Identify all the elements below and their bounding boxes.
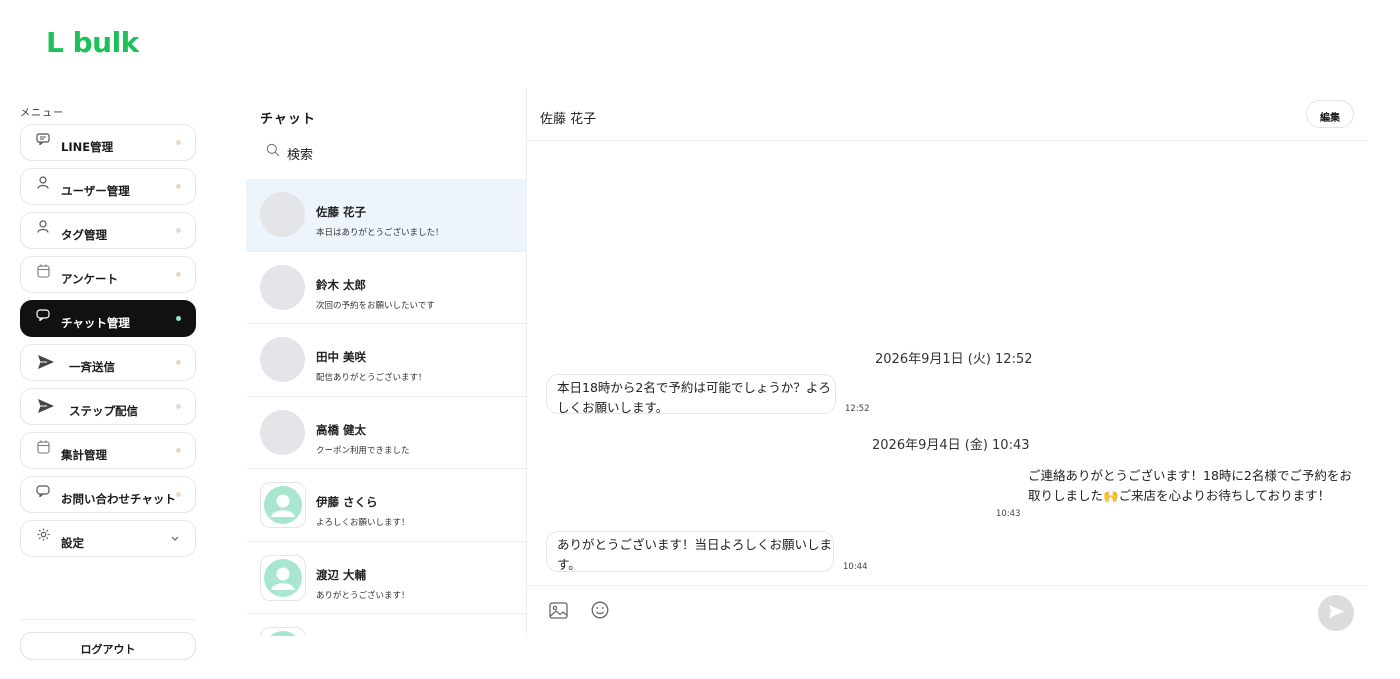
search-icon	[266, 142, 280, 157]
conversation-name: 田中 美咲	[316, 350, 367, 364]
sidebar-item-label: ユーザー管理	[61, 183, 130, 198]
sidebar-item-label: タグ管理	[61, 227, 107, 242]
menu-label: メニュー	[20, 108, 64, 119]
conversation-item[interactable]	[246, 614, 526, 636]
sidebar-item-label: 集計管理	[61, 447, 107, 462]
sidebar-item-users[interactable]: ユーザー管理	[20, 168, 196, 205]
conversation-name: 高橋 健太	[316, 422, 367, 437]
chat-list-title: チャット	[260, 112, 316, 127]
sidebar-item-step-delivery[interactable]: ステップ配信	[20, 388, 196, 425]
status-dot	[176, 140, 181, 145]
incoming-message: ありがとうございます！当日よろしくお願いします。	[546, 531, 834, 572]
sidebar-item-settings[interactable]: 設定	[20, 520, 196, 557]
sidebar-item-inquiry-chat[interactable]: お問い合わせチャット	[20, 476, 196, 513]
message-time: 10:43	[996, 509, 1021, 519]
avatar	[260, 192, 305, 237]
sidebar: メニュー LINE管理 ユーザー管理 タグ管理 アンケート チャット管理 一斉送…	[20, 104, 196, 664]
chat-bubble-icon	[35, 131, 51, 147]
status-dot	[176, 316, 181, 321]
send-icon	[1328, 604, 1345, 623]
send-button[interactable]	[1318, 595, 1354, 631]
image-icon[interactable]	[548, 600, 568, 620]
user-icon	[35, 219, 51, 235]
chat-list-panel: チャット 佐藤 花子 本日はありがとうございました！ 鈴木 太郎 次回の予約をお…	[246, 88, 527, 636]
send-icon	[35, 398, 57, 414]
avatar	[260, 264, 305, 310]
user-icon	[35, 175, 51, 191]
chat-header: 佐藤 花子 編集	[527, 88, 1367, 141]
sidebar-item-tags[interactable]: タグ管理	[20, 212, 196, 249]
message-time: 10:44	[843, 562, 868, 572]
chevron-down-icon	[171, 533, 179, 544]
status-dot	[176, 272, 181, 277]
sidebar-item-broadcast[interactable]: 一斉送信	[20, 344, 196, 381]
conversation-preview: 次回の予約をお願いしたいです	[316, 300, 435, 311]
conversation-preview: クーポン利用できました	[316, 445, 410, 456]
sidebar-item-label: ステップ配信	[69, 403, 138, 418]
calendar-icon	[35, 263, 51, 279]
conversation-preview: よろしくお願いします！	[316, 518, 410, 528]
gear-icon	[35, 527, 51, 543]
conversation-item[interactable]: 伊藤 さくら よろしくお願いします！	[246, 469, 526, 542]
sidebar-item-chat[interactable]: チャット管理	[20, 300, 196, 337]
chat-contact-name: 佐藤 花子	[540, 112, 597, 127]
message-composer	[527, 585, 1367, 636]
sidebar-divider	[20, 619, 196, 620]
conversation-item[interactable]: 田中 美咲 配信ありがとうございます！	[246, 324, 526, 397]
sidebar-item-survey[interactable]: アンケート	[20, 256, 196, 293]
user-avatar-icon	[260, 627, 306, 636]
status-dot	[176, 228, 181, 233]
sidebar-item-label: アンケート	[61, 271, 119, 286]
avatar	[260, 409, 305, 455]
sidebar-item-label: 一斉送信	[69, 359, 115, 374]
send-icon	[35, 354, 57, 370]
conversation-item[interactable]: 渡辺 大輔 ありがとうございます！	[246, 542, 526, 614]
status-dot	[176, 184, 181, 189]
conversation-item[interactable]: 高橋 健太 クーポン利用できました	[246, 397, 526, 469]
search-input[interactable]	[287, 147, 487, 163]
conversation-name: 渡辺 大輔	[316, 567, 367, 582]
avatar	[260, 337, 305, 382]
conversation-item[interactable]: 鈴木 太郎 次回の予約をお願いしたいです	[246, 252, 526, 324]
search-bar	[266, 142, 506, 163]
emoji-icon[interactable]	[590, 600, 610, 620]
conversation-item[interactable]: 佐藤 花子 本日はありがとうございました！	[246, 179, 526, 252]
status-dot	[176, 360, 181, 365]
user-avatar-icon	[260, 554, 306, 601]
logout-button[interactable]: ログアウト	[20, 632, 196, 660]
logo-text: L bulk	[46, 25, 139, 59]
chat-bubble-icon	[35, 483, 51, 499]
date-separator: 2026年9月1日 (火) 12:52	[875, 352, 1033, 367]
user-avatar-icon	[260, 482, 306, 528]
status-dot	[176, 448, 181, 453]
chat-bubble-icon	[35, 307, 51, 323]
app-logo: L bulk	[46, 24, 139, 60]
sidebar-item-line[interactable]: LINE管理	[20, 124, 196, 161]
outgoing-message: ご連絡ありがとうございます！18時に2名様でご予約をお取りしました🙌ご来店を心よ…	[1028, 468, 1352, 503]
conversation-name: 鈴木 太郎	[316, 277, 367, 292]
conversation-name: 佐藤 花子	[316, 205, 367, 219]
sidebar-item-label: 設定	[61, 535, 84, 550]
status-dot	[176, 492, 181, 497]
conversation-list: 佐藤 花子 本日はありがとうございました！ 鈴木 太郎 次回の予約をお願いしたい…	[246, 179, 526, 636]
sidebar-item-label: チャット管理	[61, 315, 130, 330]
date-separator: 2026年9月4日 (金) 10:43	[872, 438, 1030, 453]
conversation-preview: ありがとうございます！	[316, 590, 410, 601]
edit-button[interactable]: 編集	[1306, 100, 1354, 128]
sidebar-item-label: お問い合わせチャット	[61, 491, 176, 506]
conversation-name: 伊藤 さくら	[316, 495, 378, 509]
status-dot	[176, 404, 181, 409]
sidebar-item-label: LINE管理	[61, 139, 114, 154]
conversation-preview: 配信ありがとうございます！	[316, 373, 427, 383]
calendar-icon	[35, 439, 51, 455]
incoming-message: 本日18時から2名で予約は可能でしょうか？よろしくお願いします。	[546, 374, 836, 414]
message-time: 12:52	[845, 404, 870, 414]
conversation-preview: 本日はありがとうございました！	[316, 228, 444, 238]
chat-panel: 佐藤 花子 編集 2026年9月1日 (火) 12:52 本日18時から2名で予…	[527, 88, 1367, 636]
sidebar-item-analytics[interactable]: 集計管理	[20, 432, 196, 469]
